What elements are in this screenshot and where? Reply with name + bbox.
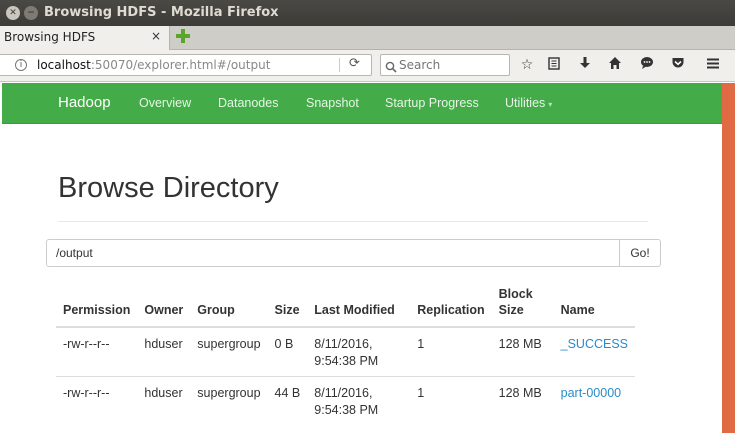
new-tab-plus-icon[interactable] xyxy=(176,29,190,43)
directory-path-input[interactable] xyxy=(46,239,620,267)
url-host: localhost xyxy=(37,58,91,72)
pocket-icon[interactable] xyxy=(669,56,687,74)
bookmark-star-icon[interactable]: ☆ xyxy=(518,56,536,74)
nav-startup-progress-link[interactable]: Startup Progress xyxy=(385,96,479,110)
cell-last-modified: 8/11/2016, 9:54:38 PM xyxy=(314,337,379,368)
home-icon[interactable] xyxy=(606,56,624,74)
column-header-replication[interactable]: Replication xyxy=(410,286,492,328)
url-text[interactable]: localhost:50070/explorer.html#/output xyxy=(37,58,270,72)
tab-close-icon[interactable]: × xyxy=(151,29,161,43)
directory-listing-table: Permission Owner Group Size Last Modifie… xyxy=(56,286,636,426)
cell-last-modified: 8/11/2016, 9:54:38 PM xyxy=(307,376,411,426)
nav-overview-link[interactable]: Overview xyxy=(139,96,191,110)
cell-owner: hduser xyxy=(144,337,183,351)
menu-hamburger-icon[interactable] xyxy=(704,56,722,74)
cell-name: part-00000 xyxy=(553,376,636,426)
url-path: :50070/explorer.html#/output xyxy=(90,58,271,72)
title-bar: ✕ − Browsing HDFS - Mozilla Firefox xyxy=(0,0,735,26)
nav-snapshot-link[interactable]: Snapshot xyxy=(306,96,359,110)
column-header-name[interactable]: Name xyxy=(553,286,636,328)
window-close-button[interactable]: ✕ xyxy=(6,6,20,20)
table-row: -rw-r--r-- hduser supergroup 44 B 8/11/2… xyxy=(56,376,636,426)
url-divider xyxy=(339,58,340,72)
tab-bar: Browsing HDFS × xyxy=(0,26,735,50)
go-button[interactable]: Go! xyxy=(619,239,661,267)
table-row: -rw-r--r-- hduser supergroup 0 B 8/11/20… xyxy=(56,327,635,377)
browser-window: ✕ − Browsing HDFS - Mozilla Firefox Brow… xyxy=(0,0,735,433)
chat-bubble-icon[interactable] xyxy=(638,56,656,74)
chevron-down-icon: ▾ xyxy=(548,100,553,109)
page-content: Hadoop Overview Datanodes Snapshot Start… xyxy=(0,83,735,433)
cell-permission: -rw-r--r-- xyxy=(56,376,138,426)
file-link-part-00000[interactable]: part-00000 xyxy=(561,386,621,400)
window-title: Browsing HDFS - Mozilla Firefox xyxy=(44,5,279,20)
column-header-last-modified[interactable]: Last Modified xyxy=(307,286,411,328)
column-header-size[interactable]: Size xyxy=(267,286,308,328)
navigation-toolbar: i localhost:50070/explorer.html#/output … xyxy=(0,50,735,82)
cell-size: 44 B xyxy=(267,376,308,426)
cell-group: supergroup xyxy=(197,337,261,351)
cell-size: 0 B xyxy=(274,337,294,351)
column-header-block-size[interactable]: Block Size xyxy=(491,286,554,328)
cell-group: supergroup xyxy=(190,376,268,426)
cell-name: _SUCCESS xyxy=(554,327,635,377)
file-link-success[interactable]: _SUCCESS xyxy=(561,337,628,351)
nav-utilities-dropdown[interactable]: Utilities ▾ xyxy=(505,96,552,110)
nav-utilities-label: Utilities xyxy=(505,96,546,110)
reload-icon[interactable]: ⟳ xyxy=(349,56,360,71)
cell-block-size: 128 MB xyxy=(491,376,554,426)
window-minimize-button[interactable]: − xyxy=(24,6,38,20)
tab-label: Browsing HDFS xyxy=(4,30,96,44)
column-header-owner[interactable]: Owner xyxy=(137,286,191,328)
info-icon[interactable]: i xyxy=(15,59,27,71)
column-header-permission[interactable]: Permission xyxy=(56,286,138,328)
search-input[interactable] xyxy=(399,56,507,74)
cell-block-size: 128 MB xyxy=(498,337,542,351)
cell-replication: 1 xyxy=(417,337,425,351)
nav-datanodes-link[interactable]: Datanodes xyxy=(218,96,278,110)
hadoop-navbar: Hadoop Overview Datanodes Snapshot Start… xyxy=(2,83,722,124)
reading-list-icon[interactable] xyxy=(545,56,563,74)
table-header-row: Permission Owner Group Size Last Modifie… xyxy=(56,286,636,328)
url-bar[interactable]: i localhost:50070/explorer.html#/output … xyxy=(0,54,372,76)
hadoop-brand-link[interactable]: Hadoop xyxy=(58,94,111,111)
page-scrollbar[interactable] xyxy=(722,83,735,433)
divider xyxy=(58,221,648,222)
download-icon[interactable] xyxy=(576,56,594,74)
tab-browsing-hdfs[interactable]: Browsing HDFS × xyxy=(0,26,170,50)
column-header-group[interactable]: Group xyxy=(190,286,268,328)
cell-owner: hduser xyxy=(137,376,191,426)
search-bar[interactable] xyxy=(380,54,510,76)
page-title: Browse Directory xyxy=(58,172,279,204)
cell-permission: -rw-r--r-- xyxy=(63,337,110,351)
search-icon xyxy=(385,58,397,77)
cell-replication: 1 xyxy=(410,376,492,426)
